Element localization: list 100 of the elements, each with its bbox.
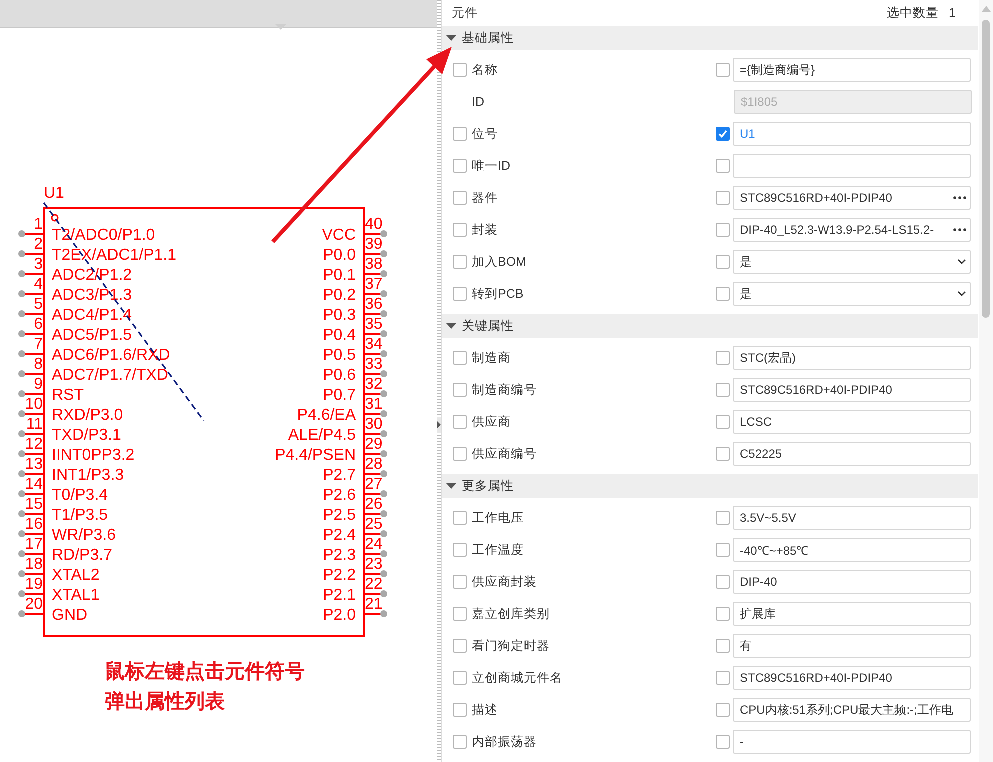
input-field[interactable]: STC89C516RD+40I-PDIP40 <box>733 378 971 402</box>
pin <box>18 590 44 598</box>
checkbox[interactable] <box>453 671 467 685</box>
input-field[interactable]: -40℃~+85℃ <box>733 538 971 562</box>
checkbox[interactable] <box>716 255 730 269</box>
input-field[interactable]: STC(宏晶) <box>733 346 971 370</box>
caret-icon <box>275 24 287 31</box>
pin <box>364 230 388 238</box>
checkbox[interactable] <box>453 703 467 717</box>
pin-label: ADC6/P1.6/RXD <box>52 347 170 364</box>
pin-number: 22 <box>365 576 383 593</box>
checkbox[interactable] <box>716 159 730 173</box>
checkbox[interactable] <box>453 351 467 365</box>
input-field[interactable]: - <box>733 730 971 754</box>
section-header[interactable]: 关键属性 <box>442 314 978 338</box>
checkbox[interactable] <box>716 383 730 397</box>
checkbox[interactable] <box>453 191 467 205</box>
input-field[interactable]: STC89C516RD+40I-PDIP40 <box>733 666 971 690</box>
pin-label: P0.5 <box>323 347 356 364</box>
checkbox[interactable] <box>716 703 730 717</box>
checkbox[interactable] <box>716 575 730 589</box>
checkbox[interactable] <box>453 223 467 237</box>
input-field[interactable]: DIP-40 <box>733 570 971 594</box>
pin-number: 30 <box>365 416 383 433</box>
checkbox[interactable] <box>716 607 730 621</box>
input-field[interactable] <box>733 154 971 178</box>
checkbox[interactable] <box>716 415 730 429</box>
checkbox[interactable] <box>716 511 730 525</box>
more-icon[interactable] <box>953 228 967 232</box>
input-field[interactable]: 有 <box>733 634 971 658</box>
checkbox[interactable] <box>453 255 467 269</box>
property-label: 制造商 <box>472 350 511 366</box>
annotation-text: 弹出属性列表 <box>105 690 225 714</box>
input-field[interactable]: 扩展库 <box>733 602 971 626</box>
pin <box>364 250 388 258</box>
property-label: 器件 <box>472 190 498 206</box>
checkbox[interactable] <box>453 63 467 77</box>
property-label: 工作电压 <box>472 510 524 526</box>
triangle-down-icon[interactable] <box>446 482 457 490</box>
checkbox[interactable] <box>716 191 730 205</box>
section-header[interactable]: 更多属性 <box>442 474 978 498</box>
input-field[interactable]: CPU内核:51系列;CPU最大主频:-;工作电 <box>733 698 971 722</box>
checkbox[interactable] <box>453 287 467 301</box>
input-field[interactable]: 3.5V~5.5V <box>733 506 971 530</box>
checkbox[interactable] <box>453 543 467 557</box>
checkbox[interactable] <box>453 447 467 461</box>
scroll-up-icon[interactable] <box>982 6 991 12</box>
checkbox[interactable] <box>716 63 730 77</box>
input-field[interactable]: DIP-40_L52.3-W13.9-P2.54-LS15.2- <box>733 218 971 242</box>
triangle-down-icon[interactable] <box>446 322 457 330</box>
pin-number: 2 <box>34 236 43 253</box>
checkbox[interactable] <box>716 543 730 557</box>
checkbox[interactable] <box>716 735 730 749</box>
dropdown[interactable]: 是 <box>733 250 971 274</box>
input-field[interactable]: C52225 <box>733 442 971 466</box>
pin-number: 26 <box>365 496 383 513</box>
pin-label: P2.1 <box>323 587 356 604</box>
pin-label: P2.6 <box>323 487 356 504</box>
pin-label: ADC4/P1.4 <box>52 307 132 324</box>
checkbox[interactable] <box>453 735 467 749</box>
input-field[interactable]: LCSC <box>733 410 971 434</box>
more-icon[interactable] <box>953 196 967 200</box>
property-label: 加入BOM <box>472 254 526 270</box>
checkbox[interactable] <box>453 127 467 141</box>
collapse-handle-icon[interactable] <box>437 417 441 433</box>
checkbox[interactable] <box>716 447 730 461</box>
pin <box>364 330 388 338</box>
pin <box>18 530 44 538</box>
pin-number: 11 <box>26 416 43 433</box>
checkbox[interactable] <box>716 671 730 685</box>
triangle-down-icon[interactable] <box>446 34 457 42</box>
pin <box>364 610 388 618</box>
checkbox[interactable] <box>716 351 730 365</box>
pin <box>364 550 388 558</box>
input-field[interactable]: STC89C516RD+40I-PDIP40 <box>733 186 971 210</box>
checkbox[interactable] <box>453 575 467 589</box>
checkbox[interactable] <box>453 383 467 397</box>
pin-label: XTAL1 <box>52 587 100 604</box>
checkbox[interactable] <box>453 607 467 621</box>
checkbox[interactable] <box>453 415 467 429</box>
designator-label: U1 <box>44 185 64 202</box>
pin <box>364 470 388 478</box>
checkbox[interactable] <box>453 511 467 525</box>
pin <box>18 490 44 498</box>
pin <box>18 510 44 518</box>
checkbox[interactable] <box>453 639 467 653</box>
checkbox[interactable] <box>453 159 467 173</box>
pin-number: 18 <box>25 556 43 573</box>
pin <box>364 350 388 358</box>
checkbox[interactable] <box>716 223 730 237</box>
checkbox[interactable] <box>716 127 730 141</box>
checkbox[interactable] <box>716 287 730 301</box>
pin <box>364 390 388 398</box>
pin-label: P4.4/PSEN <box>275 447 356 464</box>
scrollbar-thumb[interactable] <box>982 20 990 318</box>
input-field[interactable]: ={制造商编号} <box>733 58 971 82</box>
checkbox[interactable] <box>716 639 730 653</box>
section-header[interactable]: 基础属性 <box>442 26 978 50</box>
input-field[interactable]: U1 <box>733 122 971 146</box>
dropdown[interactable]: 是 <box>733 282 971 306</box>
